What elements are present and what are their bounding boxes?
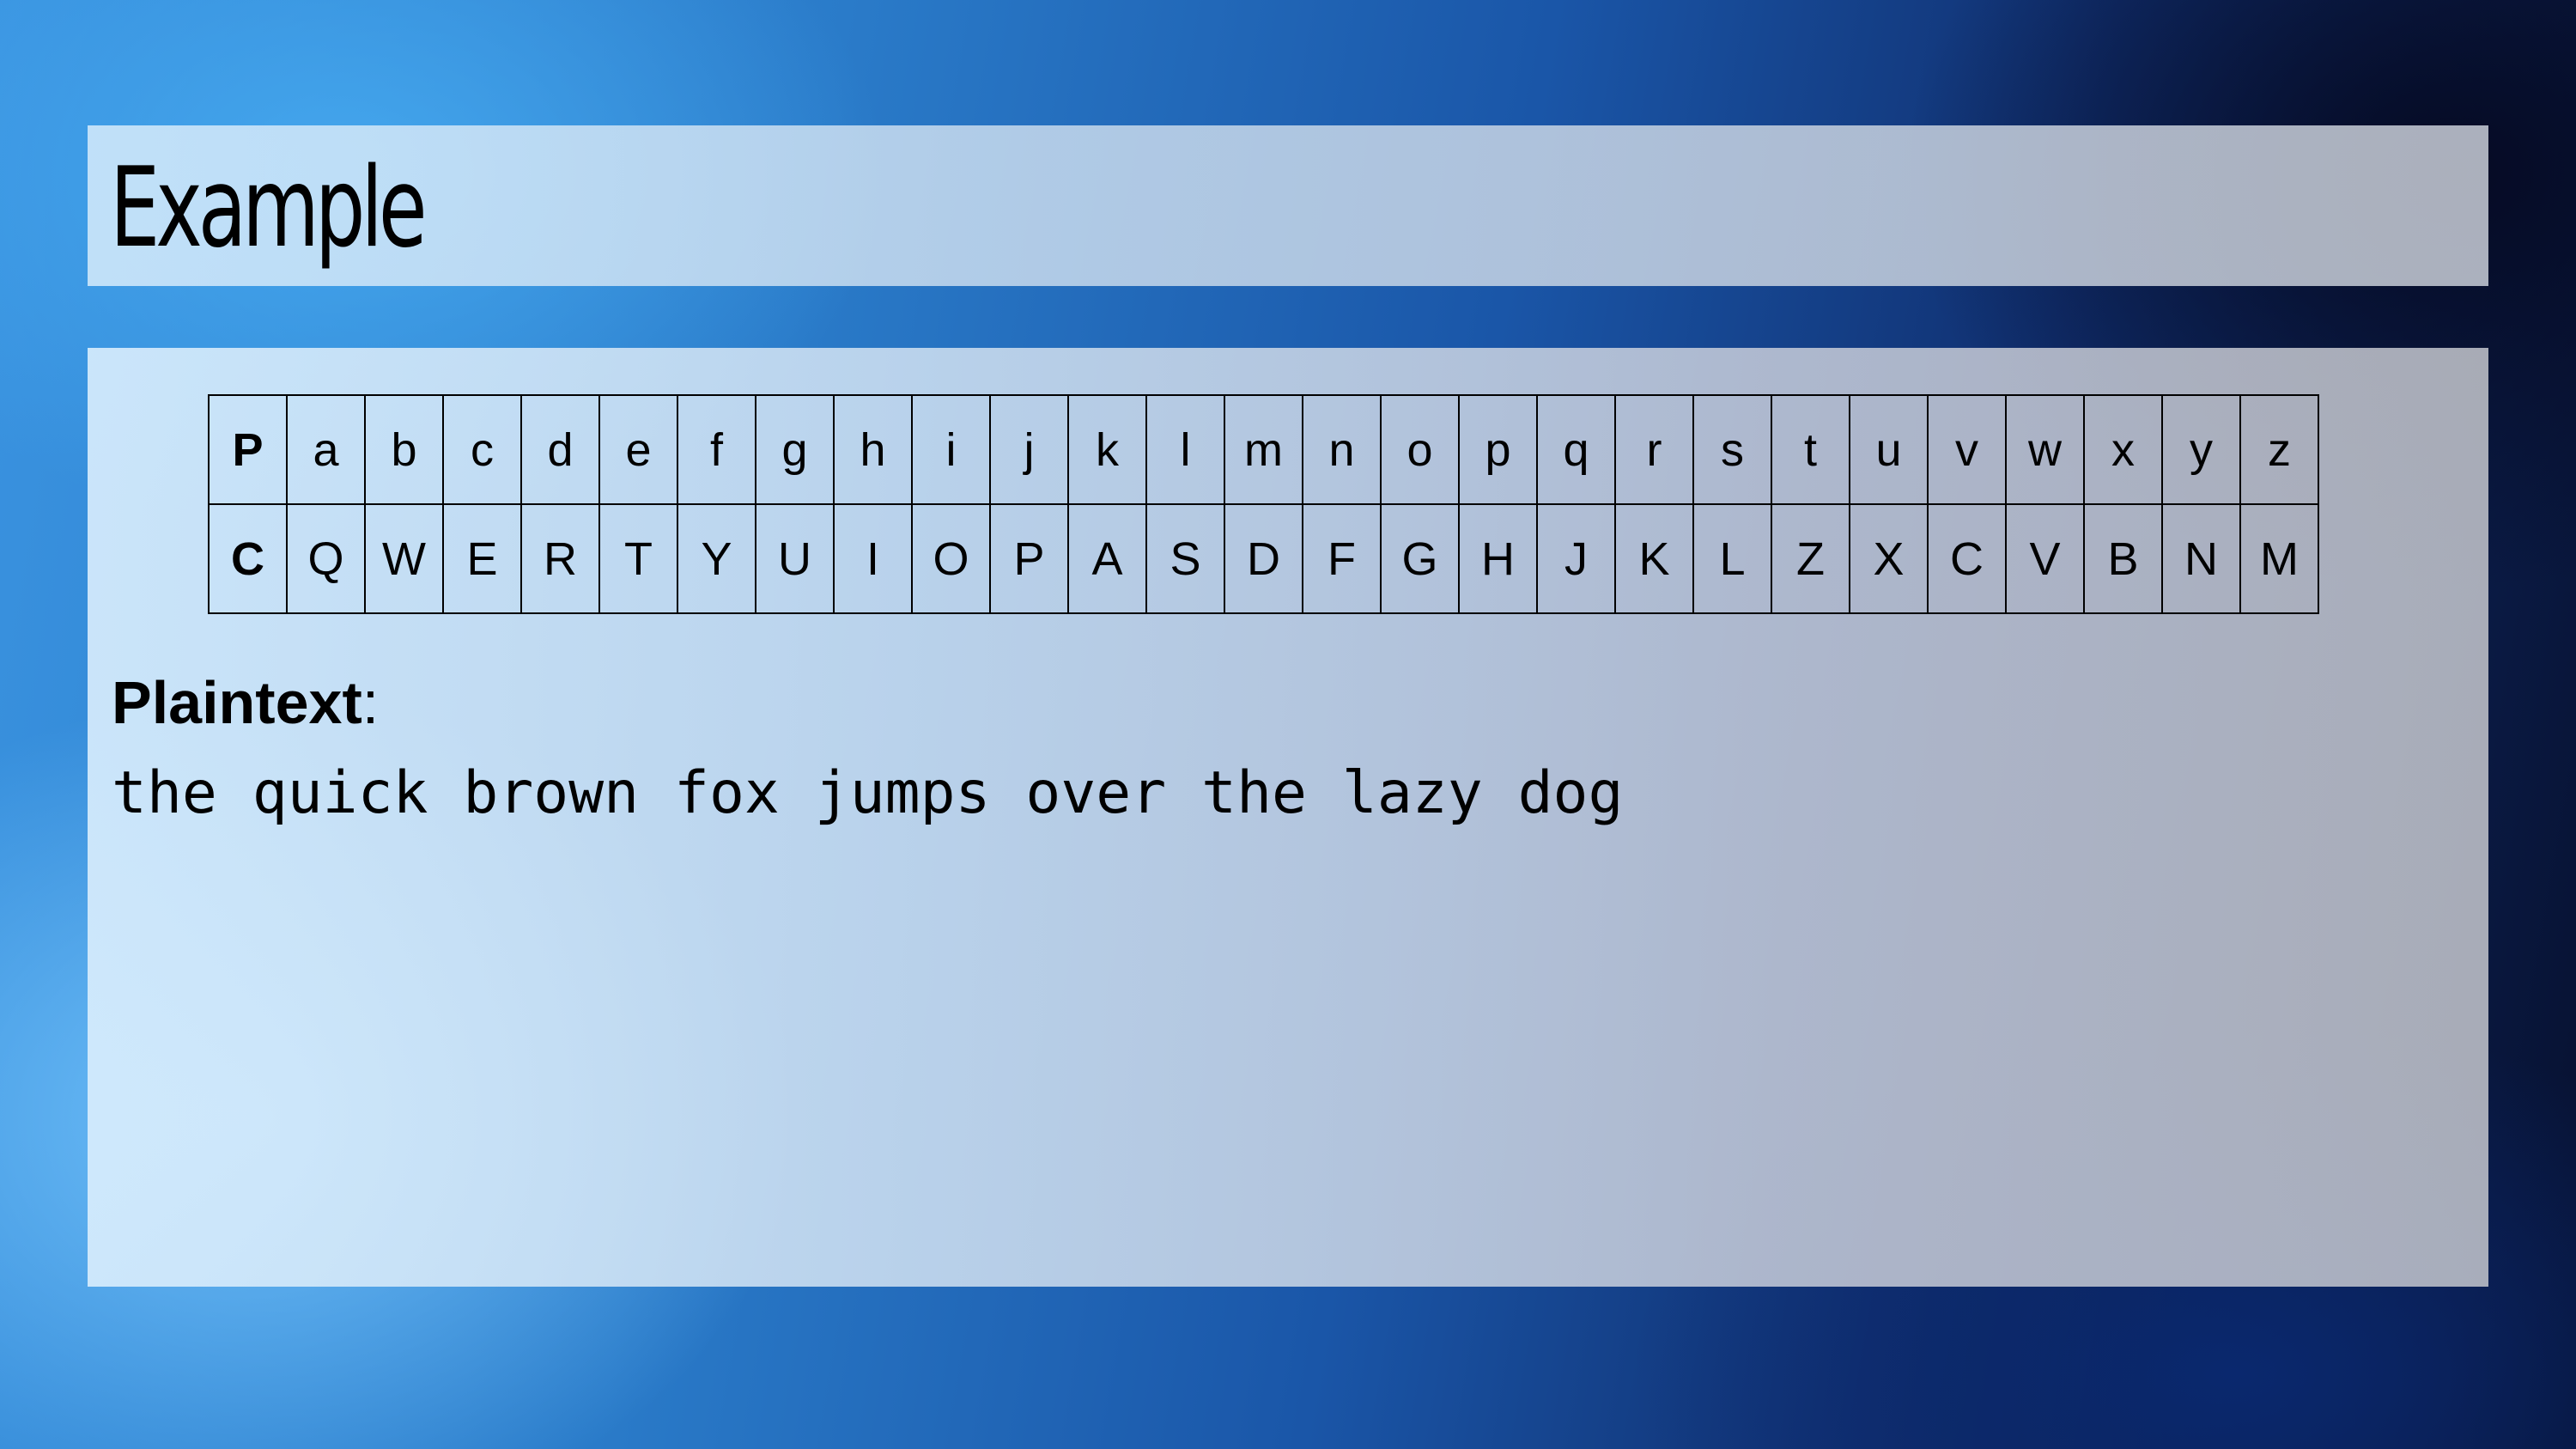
table-cell: J	[1536, 503, 1616, 614]
table-cell: w	[2005, 394, 2085, 505]
table-cell: j	[989, 394, 1069, 505]
table-cell: K	[1614, 503, 1694, 614]
table-cell: V	[2005, 503, 2085, 614]
table-cell: M	[2239, 503, 2319, 614]
table-cell: m	[1224, 394, 1303, 505]
row-header-cell: P	[208, 394, 288, 505]
plaintext-label-text: Plaintext	[112, 669, 362, 736]
row-header-cell: C	[208, 503, 288, 614]
title-bar	[88, 125, 2488, 286]
table-cell: s	[1692, 394, 1772, 505]
table-cell: Q	[286, 503, 366, 614]
table-cell: f	[677, 394, 756, 505]
plaintext-label-colon: :	[361, 669, 380, 736]
table-cell: y	[2161, 394, 2241, 505]
table-cell: r	[1614, 394, 1694, 505]
table-cell: N	[2161, 503, 2241, 614]
cipher-table-body: PabcdefghijklmnopqrstuvwxyzCQWERTYUIOPAS…	[208, 394, 2319, 614]
table-cell: U	[755, 503, 835, 614]
table-cell: T	[598, 503, 678, 614]
table-cell: O	[911, 503, 991, 614]
table-cell: k	[1067, 394, 1147, 505]
table-cell: I	[833, 503, 913, 614]
table-cell: Y	[677, 503, 756, 614]
table-cell: b	[364, 394, 444, 505]
table-cell: S	[1145, 503, 1225, 614]
plaintext-value: the quick brown fox jumps over the lazy …	[112, 759, 1624, 827]
table-cell: q	[1536, 394, 1616, 505]
table-cell: g	[755, 394, 835, 505]
table-cell: t	[1771, 394, 1850, 505]
table-cell: P	[989, 503, 1069, 614]
table-cell: p	[1458, 394, 1538, 505]
slide-title: Example	[110, 144, 428, 272]
table-cell: c	[442, 394, 522, 505]
table-cell: z	[2239, 394, 2319, 505]
table-cell: R	[520, 503, 600, 614]
table-cell: l	[1145, 394, 1225, 505]
table-cell: B	[2083, 503, 2163, 614]
table-cell: d	[520, 394, 600, 505]
table-cell: G	[1380, 503, 1460, 614]
table-cell: i	[911, 394, 991, 505]
table-cell: D	[1224, 503, 1303, 614]
table-cell: F	[1302, 503, 1382, 614]
plain-row: Pabcdefghijklmnopqrstuvwxyz	[208, 394, 2319, 505]
table-cell: E	[442, 503, 522, 614]
table-cell: X	[1849, 503, 1929, 614]
table-cell: A	[1067, 503, 1147, 614]
table-cell: u	[1849, 394, 1929, 505]
table-cell: h	[833, 394, 913, 505]
table-cell: L	[1692, 503, 1772, 614]
plaintext-label: Plaintext:	[112, 661, 379, 744]
table-cell: e	[598, 394, 678, 505]
table-cell: Z	[1771, 503, 1850, 614]
table-cell: x	[2083, 394, 2163, 505]
table-cell: W	[364, 503, 444, 614]
table-cell: C	[1927, 503, 2007, 614]
table-cell: v	[1927, 394, 2007, 505]
table-cell: o	[1380, 394, 1460, 505]
table-cell: H	[1458, 503, 1538, 614]
table-cell: a	[286, 394, 366, 505]
cipher-table: PabcdefghijklmnopqrstuvwxyzCQWERTYUIOPAS…	[208, 394, 2319, 614]
table-cell: n	[1302, 394, 1382, 505]
cipher-row: CQWERTYUIOPASDFGHJKLZXCVBNM	[208, 503, 2319, 614]
